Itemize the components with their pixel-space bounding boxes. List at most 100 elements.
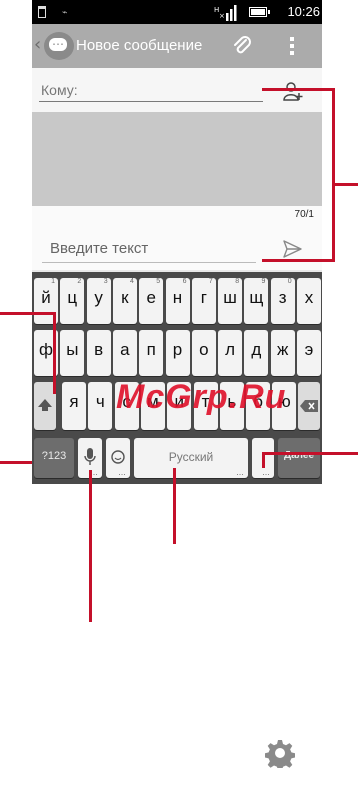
key-label: л: [225, 340, 236, 359]
callout-line-right-stub: [332, 183, 358, 186]
gear-icon: [265, 738, 295, 768]
key-ю[interactable]: ю: [272, 382, 297, 430]
key-label: ь: [227, 392, 237, 411]
attach-icon[interactable]: [231, 35, 253, 57]
key-label: с: [122, 392, 131, 411]
usb-icon: ⌁: [62, 8, 68, 18]
status-bar: ⌁ H × 10:26: [32, 0, 322, 24]
key-hint: 0: [287, 278, 292, 285]
key-hint: 6: [182, 278, 187, 285]
key-label: ж: [277, 340, 289, 359]
backspace-icon: [300, 400, 318, 412]
next-key[interactable]: Далее: [278, 438, 320, 478]
page-title: Новое сообщение: [76, 37, 203, 54]
callout-line-symbols: [0, 461, 32, 464]
backspace-key[interactable]: [298, 382, 320, 430]
callout-line-message-horizontal: [262, 259, 334, 262]
key-е[interactable]: 5е: [139, 278, 164, 324]
callout-line-microphone: [89, 470, 92, 622]
symbols-key[interactable]: ?123: [34, 438, 74, 478]
emoji-key[interactable]: …: [106, 438, 130, 478]
key-label: ы: [66, 340, 79, 359]
key-label: г: [200, 288, 207, 307]
key-hint: 9: [261, 278, 266, 285]
svg-text:×: ×: [219, 12, 225, 20]
key-label: и: [174, 392, 184, 411]
message-input[interactable]: Введите текст: [42, 237, 256, 263]
shift-icon: [38, 399, 52, 411]
phone-screen: ⌁ H × 10:26 ‹ Новое сообщение Кому: 70/1: [32, 0, 322, 484]
messaging-app-icon[interactable]: [44, 32, 74, 60]
key-label: т: [201, 392, 210, 411]
conversation-area: [32, 112, 322, 206]
key-hint: 4: [129, 278, 134, 285]
key-label: й: [41, 288, 51, 307]
key-д[interactable]: д: [244, 330, 269, 376]
key-label: ш: [223, 288, 237, 307]
key-я[interactable]: я: [62, 382, 86, 430]
add-contact-icon[interactable]: [282, 80, 304, 102]
key-label: к: [121, 288, 129, 307]
callout-line-next-horizontal: [262, 452, 358, 455]
key-з[interactable]: 0з: [270, 278, 295, 324]
key-label: б: [253, 392, 263, 411]
key-label: м: [147, 392, 159, 411]
key-н[interactable]: 6н: [165, 278, 190, 324]
key-х[interactable]: х: [297, 278, 321, 324]
space-key[interactable]: Русский …: [134, 438, 248, 478]
counter-row: 70/1: [32, 206, 322, 226]
send-icon[interactable]: [281, 238, 303, 260]
overflow-menu-icon[interactable]: [290, 37, 294, 55]
key-label: н: [172, 288, 183, 307]
action-bar: ‹ Новое сообщение: [32, 24, 322, 68]
key-л[interactable]: л: [218, 330, 243, 376]
key-ш[interactable]: 8ш: [218, 278, 243, 324]
microphone-icon: [84, 448, 96, 465]
key-ц[interactable]: 2ц: [60, 278, 85, 324]
emoji-icon: [111, 450, 125, 464]
key-с[interactable]: с: [114, 382, 139, 430]
key-hint: 1: [51, 278, 55, 285]
callout-line-shift-top: [0, 312, 56, 315]
key-label: з: [278, 288, 287, 307]
key-label: ч: [95, 392, 105, 411]
key-в[interactable]: в: [86, 330, 111, 376]
key-э[interactable]: э: [297, 330, 321, 376]
key-и[interactable]: и: [167, 382, 192, 430]
battery-icon: [249, 7, 270, 17]
key-hint: 5: [156, 278, 161, 285]
key-м[interactable]: м: [140, 382, 165, 430]
key-щ[interactable]: 9щ: [244, 278, 269, 324]
callout-line-right-vertical: [332, 88, 335, 262]
key-г[interactable]: 7г: [191, 278, 216, 324]
key-hint: 3: [103, 278, 108, 285]
message-row: Введите текст: [32, 226, 322, 270]
key-label: я: [69, 392, 79, 411]
key-б[interactable]: б: [246, 382, 271, 430]
notification-icon: [38, 6, 46, 18]
recipient-input[interactable]: Кому:: [39, 80, 263, 102]
key-ч[interactable]: ч: [88, 382, 113, 430]
callout-line-shift-down: [53, 312, 56, 394]
key-р[interactable]: р: [165, 330, 190, 376]
key-ж[interactable]: ж: [270, 330, 295, 376]
key-ь[interactable]: ь: [219, 382, 244, 430]
key-label: д: [251, 340, 262, 359]
key-label: ц: [67, 288, 78, 307]
key-к[interactable]: 4к: [112, 278, 137, 324]
key-т[interactable]: т: [193, 382, 218, 430]
key-label: у: [94, 288, 103, 307]
key-о[interactable]: о: [191, 330, 216, 376]
key-label: щ: [249, 288, 264, 307]
key-label: е: [146, 288, 156, 307]
key-ы[interactable]: ы: [60, 330, 85, 376]
key-а[interactable]: а: [112, 330, 137, 376]
key-hint: 8: [235, 278, 240, 285]
key-у[interactable]: 3у: [86, 278, 111, 324]
back-icon[interactable]: ‹: [34, 34, 41, 55]
character-counter: 70/1: [294, 209, 314, 220]
key-label: ю: [278, 392, 291, 411]
key-label: о: [199, 340, 209, 359]
key-label: а: [120, 340, 130, 359]
key-п[interactable]: п: [139, 330, 164, 376]
